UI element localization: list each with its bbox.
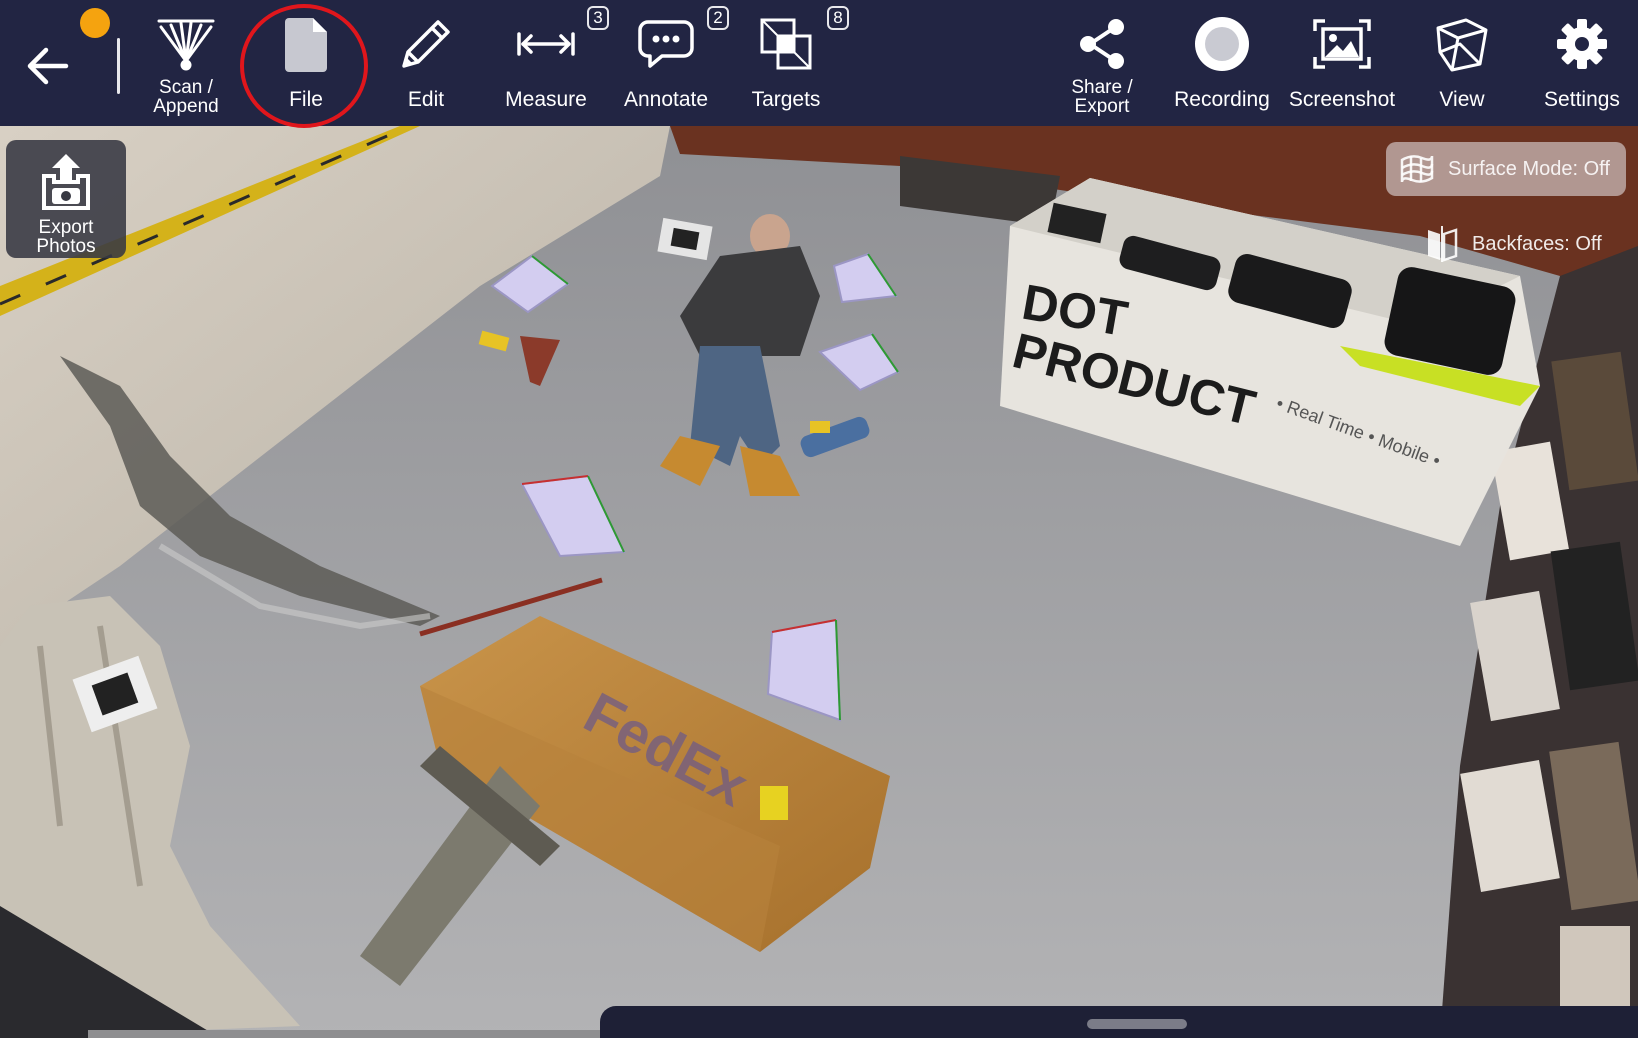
file-icon: [285, 18, 327, 72]
surface-mode-label: Surface Mode: Off: [1448, 157, 1610, 180]
recording-button[interactable]: Recording: [1162, 10, 1282, 122]
back-button[interactable]: [22, 38, 78, 94]
scan-fan-icon: [157, 19, 215, 71]
record-icon: [1195, 17, 1249, 71]
file-label: File: [289, 88, 323, 111]
arrow-left-icon: [27, 47, 69, 85]
file-button[interactable]: File: [246, 10, 366, 122]
share-icon: [1080, 19, 1124, 69]
scan-scene: FedEx DOT PRODUCT • Real Time • Mobile •: [0, 126, 1638, 1038]
toolbar-divider: [117, 38, 120, 94]
screenshot-icon: [1313, 19, 1371, 69]
view-button[interactable]: View: [1402, 10, 1522, 122]
screenshot-button[interactable]: Screenshot: [1282, 10, 1402, 122]
pencil-icon: [402, 20, 450, 68]
speech-bubble-icon: [638, 20, 694, 68]
gear-icon: [1557, 19, 1607, 69]
screenshot-label: Screenshot: [1288, 88, 1396, 111]
backfaces-toggle[interactable]: Backfaces: Off: [1424, 220, 1628, 268]
recording-label: Recording: [1174, 88, 1270, 111]
backfaces-icon: [1428, 226, 1458, 262]
settings-label: Settings: [1544, 88, 1620, 111]
scan-append-label: Scan / Append: [153, 77, 219, 117]
edit-label: Edit: [407, 88, 445, 111]
share-export-button[interactable]: Share / Export: [1042, 10, 1162, 122]
view-label: View: [1439, 88, 1485, 111]
export-photos-label: Export Photos: [36, 217, 96, 257]
targets-label: Targets: [751, 88, 821, 111]
measure-label: Measure: [505, 88, 587, 111]
target-squares-icon: [760, 18, 812, 70]
settings-button[interactable]: Settings: [1522, 10, 1638, 122]
3d-scan-viewport[interactable]: FedEx DOT PRODUCT • Real Time • Mobile •: [0, 126, 1638, 1038]
cube-icon: [1436, 18, 1488, 72]
backfaces-label: Backfaces: Off: [1472, 232, 1602, 255]
surface-grid-icon: [1400, 155, 1434, 183]
status-indicator-dot: [80, 8, 110, 38]
bottom-drawer-handle[interactable]: [1087, 1019, 1187, 1029]
measure-arrows-icon: [517, 32, 575, 56]
export-photos-icon: [42, 154, 90, 210]
scan-append-button[interactable]: Scan / Append: [126, 10, 246, 122]
share-export-label: Share / Export: [1071, 77, 1133, 117]
export-photos-button[interactable]: Export Photos: [6, 140, 126, 258]
top-toolbar: Scan / Append File Edit Measure 3 Annota…: [0, 0, 1638, 128]
edit-button[interactable]: Edit: [366, 10, 486, 122]
surface-mode-toggle[interactable]: Surface Mode: Off: [1386, 142, 1626, 196]
targets-count-badge: 8: [827, 6, 849, 30]
annotate-label: Annotate: [623, 88, 709, 111]
